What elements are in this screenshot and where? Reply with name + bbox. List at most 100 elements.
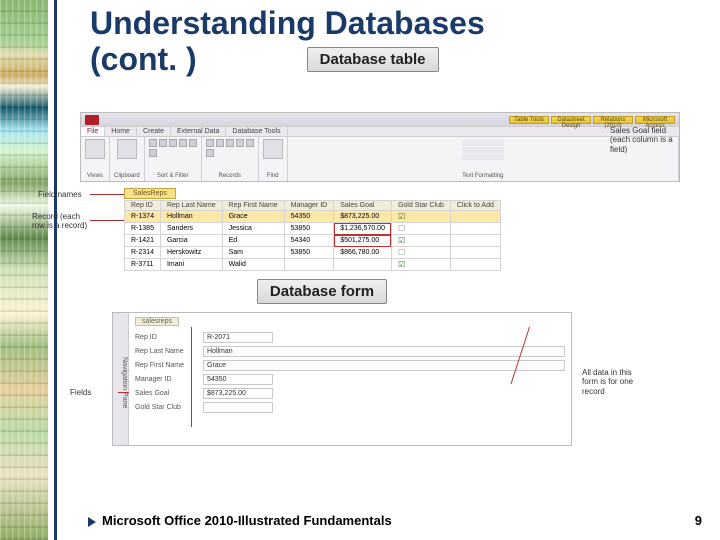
table-row: R-1385SandersJessica53850$1,236,570.00 [125, 223, 501, 235]
delete-icon[interactable] [226, 139, 234, 147]
find-icon[interactable] [263, 139, 283, 159]
contextual-tab: Table Tools [509, 116, 549, 124]
checkbox-icon[interactable] [398, 262, 405, 269]
field-input[interactable]: Grace [203, 360, 565, 371]
ribbon-group-label: Views [87, 173, 103, 179]
table-row: R-1374HollmanGrace54350$873,225.00 [125, 211, 501, 223]
callout-form-wrap: Database form [62, 279, 582, 304]
view-icon[interactable] [85, 139, 105, 159]
app-button[interactable] [85, 115, 99, 125]
datasheet-grid: Rep ID Rep Last Name Rep First Name Mana… [124, 200, 501, 271]
decorative-strip [0, 0, 48, 540]
ribbon-tab[interactable]: Home [105, 127, 137, 136]
totals-icon[interactable] [236, 139, 244, 147]
vertical-rule [54, 0, 57, 540]
form-row: Rep ID R-2071 [135, 332, 565, 343]
field-label: Sales Goal [135, 390, 197, 397]
slide-title-line1: Understanding Databases [90, 6, 720, 41]
filter-icon[interactable] [179, 139, 187, 147]
new-icon[interactable] [206, 139, 214, 147]
annot-salesgoal: Sales Goal field (each column is a field… [610, 126, 676, 154]
table-row: R-1421GarciaEd54340$501,275.00 [125, 235, 501, 247]
ribbon-group-label: Text Formatting [462, 173, 503, 179]
field-input[interactable] [203, 402, 273, 413]
filter-icon[interactable] [149, 149, 157, 157]
ribbon-group-views: Views [81, 137, 110, 181]
form-row: Rep First Name Grace [135, 360, 565, 371]
form-row: Gold Star Club [135, 402, 565, 413]
sort-icon[interactable] [159, 139, 167, 147]
footer-text: Microsoft Office 2010-Illustrated Fundam… [102, 513, 392, 528]
ribbon-group-label: Records [219, 173, 241, 179]
field-label: Rep First Name [135, 362, 197, 369]
ribbon-group-find: Find [259, 137, 288, 181]
col-header[interactable]: Click to Add [450, 201, 500, 211]
slide-content: Understanding Databases (cont. ) Databas… [62, 0, 720, 540]
window-titlebar: Table Tools Datasheet Design Relations (… [81, 113, 679, 127]
table-row: R-2314HerskowitzSam53850$866,780.00 [125, 247, 501, 259]
callout-database-form: Database form [257, 279, 387, 304]
db-table-screenshot: Field names Record (each row is a record… [80, 112, 680, 271]
page-number: 9 [695, 513, 702, 528]
field-label: Gold Star Club [135, 404, 197, 411]
col-header[interactable]: Manager ID [284, 201, 334, 211]
footer: Microsoft Office 2010-Illustrated Fundam… [88, 513, 392, 528]
field-input[interactable]: $873,225.00 [203, 388, 273, 399]
more-icon[interactable] [206, 149, 214, 157]
ribbon-group-records: Records [202, 137, 259, 181]
contextual-tab: Microsoft Access [635, 116, 675, 124]
checkbox-icon[interactable] [398, 226, 405, 233]
ribbon-tab[interactable]: Database Tools [226, 127, 287, 136]
filter-icon[interactable] [169, 139, 177, 147]
ribbon-tab[interactable]: Create [137, 127, 171, 136]
paste-icon[interactable] [117, 139, 137, 159]
navigation-pane[interactable]: Navigation Pane [113, 313, 129, 445]
ribbon-tabs: File Home Create External Data Database … [81, 127, 679, 137]
col-header[interactable]: Gold Star Club [391, 201, 450, 211]
datasheet-tab[interactable]: SalesReps [124, 188, 176, 199]
red-rule [191, 327, 192, 427]
form-row: Rep Last NameHollman [135, 346, 565, 357]
contextual-tab: Relations (2010) [593, 116, 633, 124]
col-header[interactable]: Sales Goal [334, 201, 392, 211]
contextual-tab: Datasheet Design [551, 116, 591, 124]
callout-database-table: Database table [307, 47, 439, 72]
db-form-screenshot: Fields All data in this form is for one … [112, 312, 632, 446]
form-object-tab[interactable]: salesreps [135, 317, 179, 326]
col-header[interactable]: Rep First Name [222, 201, 284, 211]
checkbox-icon[interactable] [398, 250, 405, 257]
col-header[interactable]: Rep ID [125, 201, 161, 211]
checkbox-icon[interactable] [398, 214, 405, 221]
checkbox-icon[interactable] [398, 238, 405, 245]
filter-icon[interactable] [189, 139, 197, 147]
header-row: Rep ID Rep Last Name Rep First Name Mana… [125, 201, 501, 211]
ribbon-group-label: Sort & Filter [157, 173, 189, 179]
red-line [90, 220, 124, 221]
form-body: salesreps Rep ID R-2071 Rep Last NameHoll… [129, 313, 571, 445]
field-label: Manager ID [135, 376, 197, 383]
title-block: Understanding Databases (cont. ) Databas… [62, 0, 720, 78]
spelling-icon[interactable] [246, 139, 254, 147]
ribbon-group-label: Find [267, 173, 279, 179]
annot-record: Record (each row is a record) [32, 212, 92, 230]
ribbon-tab[interactable]: External Data [171, 127, 226, 136]
field-input[interactable]: R-2071 [203, 332, 273, 343]
triangle-icon [88, 517, 96, 527]
slide-title-line2: (cont. ) [90, 41, 197, 78]
ribbon-group-clipboard: Clipboard [110, 137, 145, 181]
sort-icon[interactable] [149, 139, 157, 147]
form-row: Manager ID 54350 [135, 374, 565, 385]
ribbon-body: Views Clipboard Sort & Filter Records Fi… [81, 137, 679, 181]
ribbon-group-label: Clipboard [114, 173, 140, 179]
field-input[interactable]: Hollman [203, 346, 565, 357]
red-line [90, 194, 124, 195]
save-icon[interactable] [216, 139, 224, 147]
ribbon-tab[interactable]: File [81, 127, 105, 136]
table-row: R-3711ImaniWalid [125, 259, 501, 271]
annot-all-data: All data in this form is for one record [582, 368, 644, 396]
field-label: Rep ID [135, 334, 197, 341]
ribbon-group-sort: Sort & Filter [145, 137, 202, 181]
col-header[interactable]: Rep Last Name [160, 201, 222, 211]
form-window: Navigation Pane salesreps Rep ID R-2071 R… [112, 312, 572, 446]
field-input[interactable]: 54350 [203, 374, 273, 385]
